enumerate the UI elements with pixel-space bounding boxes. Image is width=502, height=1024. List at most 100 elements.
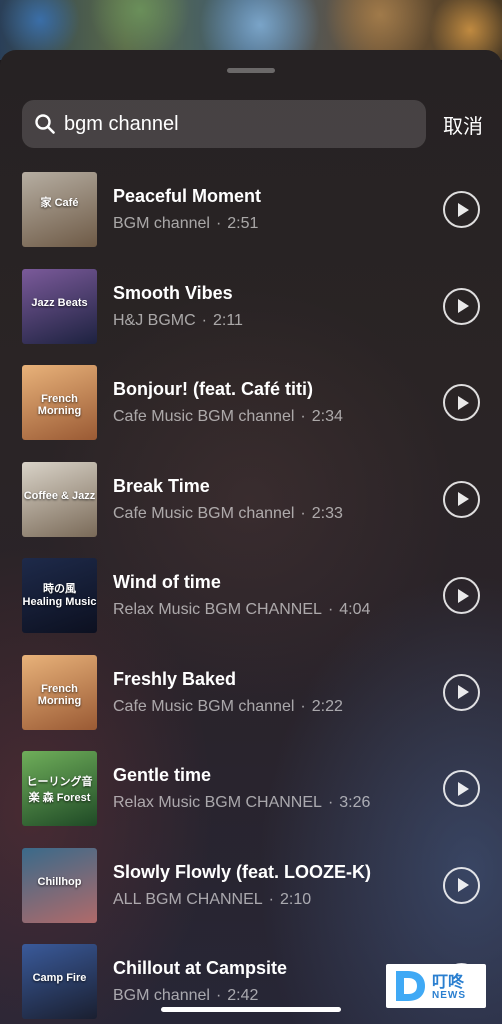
song-artist: H&J BGMC [113, 311, 196, 329]
play-icon [458, 299, 469, 313]
watermark-en-text: NEWS [432, 990, 466, 1001]
album-cover[interactable]: Jazz Beats [22, 268, 97, 344]
meta-separator: · [300, 408, 306, 425]
search-input[interactable] [64, 100, 414, 148]
search-icon [35, 114, 55, 134]
song-meta: Cafe Music BGM channel · 2:34 [113, 408, 343, 426]
song-meta: Relax Music BGM CHANNEL · 4:04 [113, 601, 370, 619]
meta-separator: · [215, 987, 222, 1004]
dingdong-logo-icon [396, 971, 425, 1001]
song-duration: 4:04 [339, 601, 371, 618]
play-icon [458, 878, 469, 892]
play-icon [458, 685, 469, 699]
album-cover-text: French Morning [37, 682, 82, 707]
screen: 取消 家 Café Peaceful Moment BGM channel · 2:51… [0, 0, 502, 1024]
song-title: Gentle time [113, 765, 212, 785]
album-cover[interactable]: 家 Café [22, 172, 97, 247]
meta-separator: · [201, 311, 207, 329]
song-meta: Cafe Music BGM channel · 2:33 [113, 505, 343, 523]
song-duration: 3:26 [339, 794, 371, 811]
watermark-logo: 叮咚 NEWS [386, 964, 486, 1008]
album-cover-text: ヒーリング音楽 森 Forest [26, 776, 93, 804]
meta-separator: · [327, 794, 334, 811]
song-artist: Relax Music BGM CHANNEL [113, 794, 322, 811]
song-title: Wind of time [113, 572, 221, 592]
song-duration: 2:51 [227, 215, 259, 232]
meta-separator: · [268, 890, 274, 908]
song-duration: 2:22 [311, 697, 343, 715]
song-artist: ALL BGM CHANNEL [113, 890, 263, 908]
play-button[interactable] [443, 770, 480, 807]
album-cover[interactable]: ヒーリング音楽 森 Forest [22, 751, 97, 826]
song-row[interactable]: French Morning Bonjour! (feat. Café titi)… [0, 365, 502, 462]
watermark-cn-text: 叮咚 [432, 972, 465, 991]
meta-separator: · [300, 697, 306, 715]
album-cover[interactable]: French Morning [22, 365, 97, 440]
song-meta: Relax Music BGM CHANNEL · 3:26 [113, 794, 370, 812]
song-row[interactable]: 時の風 Healing Music Wind of time Relax Music… [0, 558, 502, 655]
song-row[interactable]: Jazz Beats Smooth Vibes H&J BGMC · 2:11 [0, 268, 502, 366]
song-row[interactable]: French Morning Freshly Baked Cafe Music BG… [0, 654, 502, 752]
drag-handle[interactable] [227, 68, 275, 73]
play-button[interactable] [443, 384, 480, 421]
album-cover-text: Chillhop [37, 875, 82, 888]
album-cover[interactable]: Camp Fire [22, 944, 97, 1019]
album-cover-text: 家 Café [40, 197, 79, 209]
song-row[interactable]: 家 Café Peaceful Moment BGM channel · 2:51 [0, 172, 502, 269]
song-row[interactable]: ヒーリング音楽 森 Forest Gentle time Relax Music B… [0, 751, 502, 848]
song-meta: Cafe Music BGM channel · 2:22 [113, 698, 343, 716]
song-row[interactable]: Coffee & Jazz Break Time Cafe Music BGM ch… [0, 461, 502, 559]
song-title: Slowly Flowly (feat. LOOZE-K) [113, 861, 372, 882]
song-artist: BGM channel [113, 215, 210, 232]
album-cover-text: Coffee & Jazz [23, 489, 96, 502]
play-icon [458, 395, 469, 410]
song-title: Freshly Baked [113, 668, 237, 689]
song-title: Smooth Vibes [113, 282, 233, 303]
song-title: Peaceful Moment [113, 186, 262, 206]
song-meta: BGM channel · 2:51 [113, 215, 258, 233]
song-artist: BGM channel [113, 987, 210, 1004]
song-artist: Relax Music BGM CHANNEL [113, 601, 322, 618]
album-cover-text: 時の風 Healing Music [22, 583, 97, 608]
song-meta: ALL BGM CHANNEL · 2:10 [113, 891, 311, 909]
song-duration: 2:34 [311, 408, 343, 425]
song-title: Bonjour! (feat. Café titi) [113, 379, 313, 399]
album-cover[interactable]: Coffee & Jazz [22, 461, 97, 537]
song-duration: 2:42 [227, 987, 259, 1004]
album-cover-text: Camp Fire [32, 972, 87, 984]
meta-separator: · [215, 215, 222, 232]
song-artist: Cafe Music BGM channel [113, 697, 295, 715]
album-cover[interactable]: Chillhop [22, 847, 97, 923]
play-button[interactable] [443, 866, 480, 904]
song-list: 家 Café Peaceful Moment BGM channel · 2:51 Jaz… [0, 172, 502, 1024]
song-row[interactable]: Chillhop Slowly Flowly (feat. LOOZE-K) ALL… [0, 847, 502, 945]
home-indicator[interactable] [161, 1007, 341, 1012]
song-title: Chillout at Campsite [113, 958, 288, 978]
play-button[interactable] [443, 480, 480, 518]
song-duration: 2:10 [280, 890, 312, 908]
song-title: Break Time [113, 475, 210, 496]
album-cover[interactable]: 時の風 Healing Music [22, 558, 97, 633]
song-duration: 2:11 [213, 311, 243, 329]
song-meta: H&J BGMC · 2:11 [113, 312, 243, 330]
album-cover-text: Jazz Beats [31, 296, 88, 309]
play-button[interactable] [443, 577, 480, 614]
song-meta: BGM channel · 2:42 [113, 987, 258, 1005]
play-icon [458, 202, 469, 217]
album-cover-text: French Morning [37, 393, 82, 417]
album-cover[interactable]: French Morning [22, 654, 97, 730]
play-button[interactable] [443, 287, 480, 325]
play-icon [458, 781, 469, 796]
song-artist: Cafe Music BGM channel [113, 408, 295, 425]
play-button[interactable] [443, 191, 480, 228]
search-bar[interactable] [22, 100, 426, 148]
play-icon [458, 588, 469, 603]
cancel-button[interactable]: 取消 [443, 110, 483, 139]
song-duration: 2:33 [311, 504, 343, 522]
play-button[interactable] [443, 673, 480, 711]
meta-separator: · [300, 504, 306, 522]
meta-separator: · [327, 601, 334, 618]
play-icon [458, 492, 469, 506]
song-artist: Cafe Music BGM channel [113, 504, 295, 522]
music-search-sheet: 取消 家 Café Peaceful Moment BGM channel · 2:51… [0, 50, 502, 1024]
